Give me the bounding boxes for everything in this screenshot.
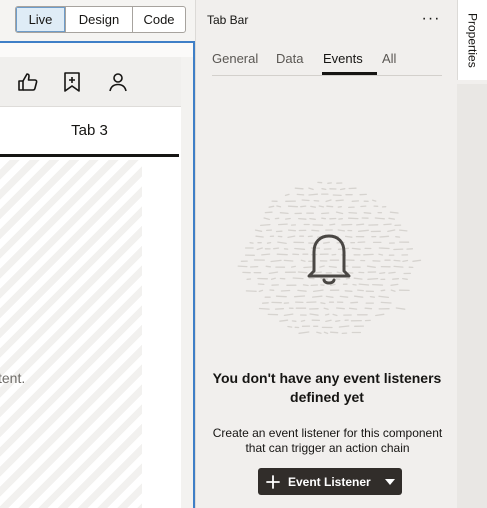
placeholder-content: tent. [0,160,142,508]
empty-state-description: Create an event listener for this compon… [212,426,443,455]
tab-3[interactable]: Tab 3 [0,107,179,157]
properties-rail-label: Properties [465,12,480,68]
page-designer: Live Design Code Tab 3 tent. [0,0,195,508]
add-event-listener-button[interactable]: Event Listener [258,468,402,495]
page-preview: Tab 3 tent. [0,57,181,508]
rail-scroll-area [457,84,487,508]
chevron-down-icon[interactable] [378,478,402,485]
placeholder-text: tent. [0,370,26,386]
live-mode-button[interactable]: Live [16,7,65,32]
properties-panel: Tab Bar ··· General Data Events All You … [195,0,457,508]
canvas-scrollbar[interactable] [181,57,193,508]
bell-icon [307,234,351,285]
bookmark-add-icon[interactable] [60,70,84,94]
design-canvas: Tab 3 tent. [0,41,195,508]
user-icon[interactable] [106,70,130,94]
app-root: Live Design Code Tab 3 tent. Tab Bar ···… [0,0,487,508]
thumbs-up-icon[interactable] [16,70,40,94]
active-tab-indicator [322,72,377,75]
tab-bar-component[interactable]: Tab 3 [0,107,181,157]
more-options-icon[interactable]: ··· [420,9,442,29]
side-rail: Properties [457,0,487,508]
plus-icon [258,474,288,489]
property-tabs: General Data Events All [212,44,442,76]
panel-title: Tab Bar [207,13,249,27]
event-listener-label: Event Listener [288,474,371,489]
tab-data[interactable]: Data [276,51,303,66]
tab-all[interactable]: All [382,51,396,66]
design-mode-button[interactable]: Design [65,7,132,32]
properties-rail-tab[interactable]: Properties [457,0,487,80]
empty-state-title: You don't have any event listeners defin… [212,370,442,405]
code-mode-button[interactable]: Code [132,7,185,32]
mode-switch: Live Design Code [15,6,186,33]
empty-state-illustration [237,181,422,335]
tab-general[interactable]: General [212,51,258,66]
tab-events[interactable]: Events [323,51,363,66]
preview-toolbar [0,57,181,107]
